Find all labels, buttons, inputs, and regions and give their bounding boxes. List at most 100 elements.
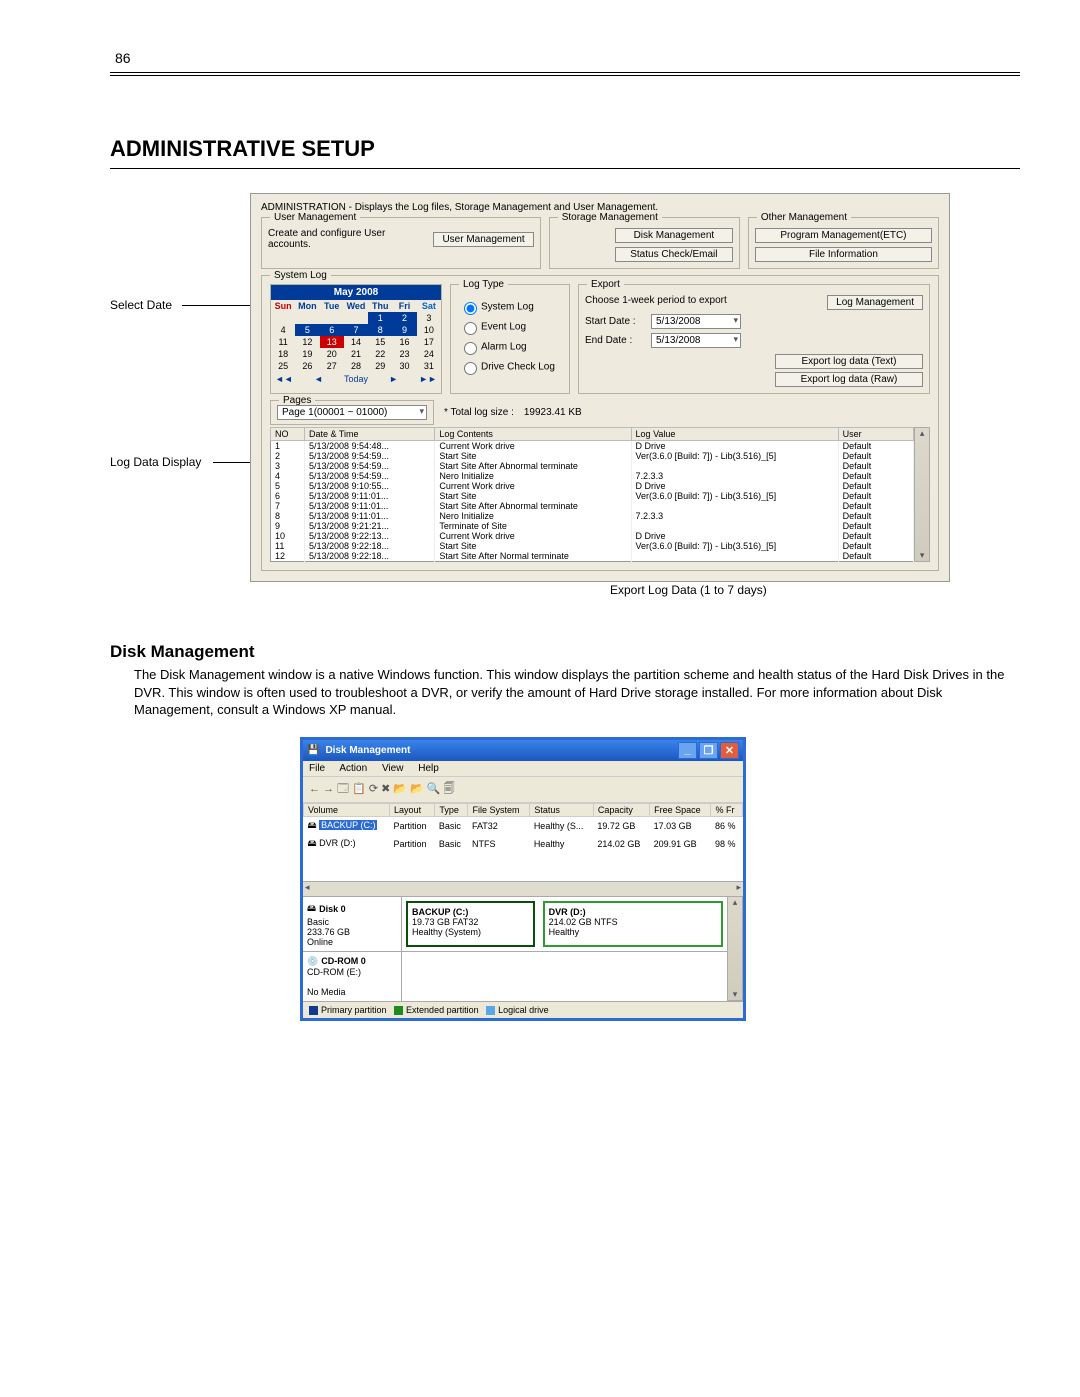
calendar-day[interactable]: 25 [271,360,295,372]
cal-today-button[interactable]: Today [344,374,368,384]
calendar-nav[interactable]: ◄◄ ◄ Today ► ►► [271,372,441,386]
calendar-day[interactable]: 30 [392,360,416,372]
calendar-day[interactable]: 3 [417,312,441,324]
menu-help[interactable]: Help [418,763,439,774]
log-management-button[interactable]: Log Management [827,295,923,310]
program-management-button[interactable]: Program Management(ETC) [755,228,932,243]
calendar-day[interactable]: 2 [392,312,416,324]
calendar-day[interactable]: 17 [417,336,441,348]
dm-vscrollbar[interactable]: ▴ ▾ [727,896,743,1001]
calendar-day[interactable]: 14 [344,336,368,348]
table-row[interactable]: 25/13/2008 9:54:59...Start SiteVer(3.6.0… [271,451,914,461]
table-row[interactable]: 🖴 DVR (D:)PartitionBasicNTFSHealthy214.0… [304,835,743,853]
cal-prev-month-icon[interactable]: ◄ [314,374,323,384]
pages-dropdown[interactable]: Page 1(00001 ~ 01000) [277,405,427,420]
maximize-icon[interactable]: ❐ [699,742,718,759]
dm-col-header[interactable]: Layout [390,803,435,816]
log-col-header[interactable]: Log Contents [435,428,631,441]
scroll-right-icon[interactable]: ▸ [736,882,741,896]
table-row[interactable]: 35/13/2008 9:54:59...Start Site After Ab… [271,461,914,471]
dm-hscrollbar[interactable]: ◂ ▸ [303,881,743,896]
dm-toolbar[interactable]: ← → 🗔 📋 ⟳ ✖ 📂 📂 🔍 🗐 [303,777,743,803]
calendar-day[interactable]: 6 [320,324,344,336]
calendar-day[interactable]: 8 [368,324,392,336]
table-row[interactable]: 🖴 BACKUP (C:)PartitionBasicFAT32Healthy … [304,816,743,835]
calendar-day[interactable]: 22 [368,348,392,360]
radio-event-log[interactable]: Event Log [459,319,561,335]
dm-partition-backup[interactable]: BACKUP (C:) 19.73 GB FAT32 Healthy (Syst… [406,901,535,947]
calendar-day[interactable]: 24 [417,348,441,360]
menu-action[interactable]: Action [339,763,367,774]
dm-col-header[interactable]: Status [530,803,594,816]
calendar-day[interactable]: 19 [295,348,319,360]
calendar-day[interactable]: 15 [368,336,392,348]
calendar-day[interactable]: 29 [368,360,392,372]
calendar-day[interactable]: 23 [392,348,416,360]
scroll-left-icon[interactable]: ◂ [305,882,310,896]
table-row[interactable]: 95/13/2008 9:21:21...Terminate of SiteDe… [271,521,914,531]
export-raw-button[interactable]: Export log data (Raw) [775,372,923,387]
calendar-day[interactable]: 26 [295,360,319,372]
dm-partition-dvr[interactable]: DVR (D:) 214.02 GB NTFS Healthy [543,901,723,947]
log-col-header[interactable]: User [838,428,914,441]
cal-prev-year-icon[interactable]: ◄◄ [275,374,293,384]
export-text-button[interactable]: Export log data (Text) [775,354,923,369]
calendar-day[interactable]: 1 [368,312,392,324]
radio-drive-check-log[interactable]: Drive Check Log [459,359,561,375]
menu-view[interactable]: View [382,763,404,774]
scroll-up-icon[interactable]: ▴ [915,428,929,439]
calendar-day[interactable]: 12 [295,336,319,348]
cal-next-month-icon[interactable]: ► [389,374,398,384]
scroll-up-icon[interactable]: ▴ [728,897,742,908]
dm-col-header[interactable]: Volume [304,803,390,816]
cal-next-year-icon[interactable]: ►► [419,374,437,384]
log-col-header[interactable]: Date & Time [304,428,434,441]
table-row[interactable]: 85/13/2008 9:11:01...Nero Initialize7.2.… [271,511,914,521]
table-row[interactable]: 55/13/2008 9:10:55...Current Work driveD… [271,481,914,491]
calendar-day[interactable]: 31 [417,360,441,372]
disk-management-button[interactable]: Disk Management [615,228,733,243]
menu-file[interactable]: File [309,763,325,774]
table-row[interactable]: 15/13/2008 9:54:48...Current Work driveD… [271,441,914,452]
scroll-down-icon[interactable]: ▾ [915,550,929,561]
table-row[interactable]: 45/13/2008 9:54:59...Nero Initialize7.2.… [271,471,914,481]
dm-col-header[interactable]: File System [468,803,530,816]
dm-col-header[interactable]: % Fr [711,803,743,816]
calendar-day[interactable]: 28 [344,360,368,372]
table-row[interactable]: 125/13/2008 9:22:18...Start Site After N… [271,551,914,562]
end-date-dropdown[interactable]: 5/13/2008 [651,333,741,348]
log-col-header[interactable]: NO [271,428,305,441]
minimize-icon[interactable]: _ [678,742,697,759]
dm-col-header[interactable]: Type [435,803,468,816]
start-date-dropdown[interactable]: 5/13/2008 [651,314,741,329]
table-row[interactable]: 105/13/2008 9:22:13...Current Work drive… [271,531,914,541]
calendar-day[interactable]: 13 [320,336,344,348]
dm-menubar[interactable]: File Action View Help [303,761,743,777]
calendar-grid[interactable]: SunMonTueWedThuFriSat 123456789101112131… [271,300,441,372]
calendar-day[interactable]: 20 [320,348,344,360]
status-check-email-button[interactable]: Status Check/Email [615,247,733,262]
calendar-day[interactable]: 7 [344,324,368,336]
table-row[interactable]: 115/13/2008 9:22:18...Start SiteVer(3.6.… [271,541,914,551]
log-col-header[interactable]: Log Value [631,428,838,441]
calendar[interactable]: May 2008 SunMonTueWedThuFriSat 123456789… [270,284,442,394]
file-information-button[interactable]: File Information [755,247,932,262]
radio-system-log[interactable]: System Log [459,299,561,315]
close-icon[interactable]: ✕ [720,742,739,759]
dm-col-header[interactable]: Free Space [650,803,711,816]
user-management-button[interactable]: User Management [433,232,533,247]
scroll-down-icon[interactable]: ▾ [728,989,742,1000]
calendar-day[interactable]: 5 [295,324,319,336]
calendar-day[interactable]: 16 [392,336,416,348]
calendar-day[interactable]: 11 [271,336,295,348]
table-row[interactable]: 65/13/2008 9:11:01...Start SiteVer(3.6.0… [271,491,914,501]
table-row[interactable]: 75/13/2008 9:11:01...Start Site After Ab… [271,501,914,511]
log-scrollbar[interactable]: ▴ ▾ [914,427,930,562]
dm-col-header[interactable]: Capacity [593,803,649,816]
calendar-day[interactable]: 18 [271,348,295,360]
radio-alarm-log[interactable]: Alarm Log [459,339,561,355]
calendar-day[interactable]: 27 [320,360,344,372]
calendar-day[interactable]: 9 [392,324,416,336]
calendar-day[interactable]: 4 [271,324,295,336]
calendar-day[interactable]: 10 [417,324,441,336]
